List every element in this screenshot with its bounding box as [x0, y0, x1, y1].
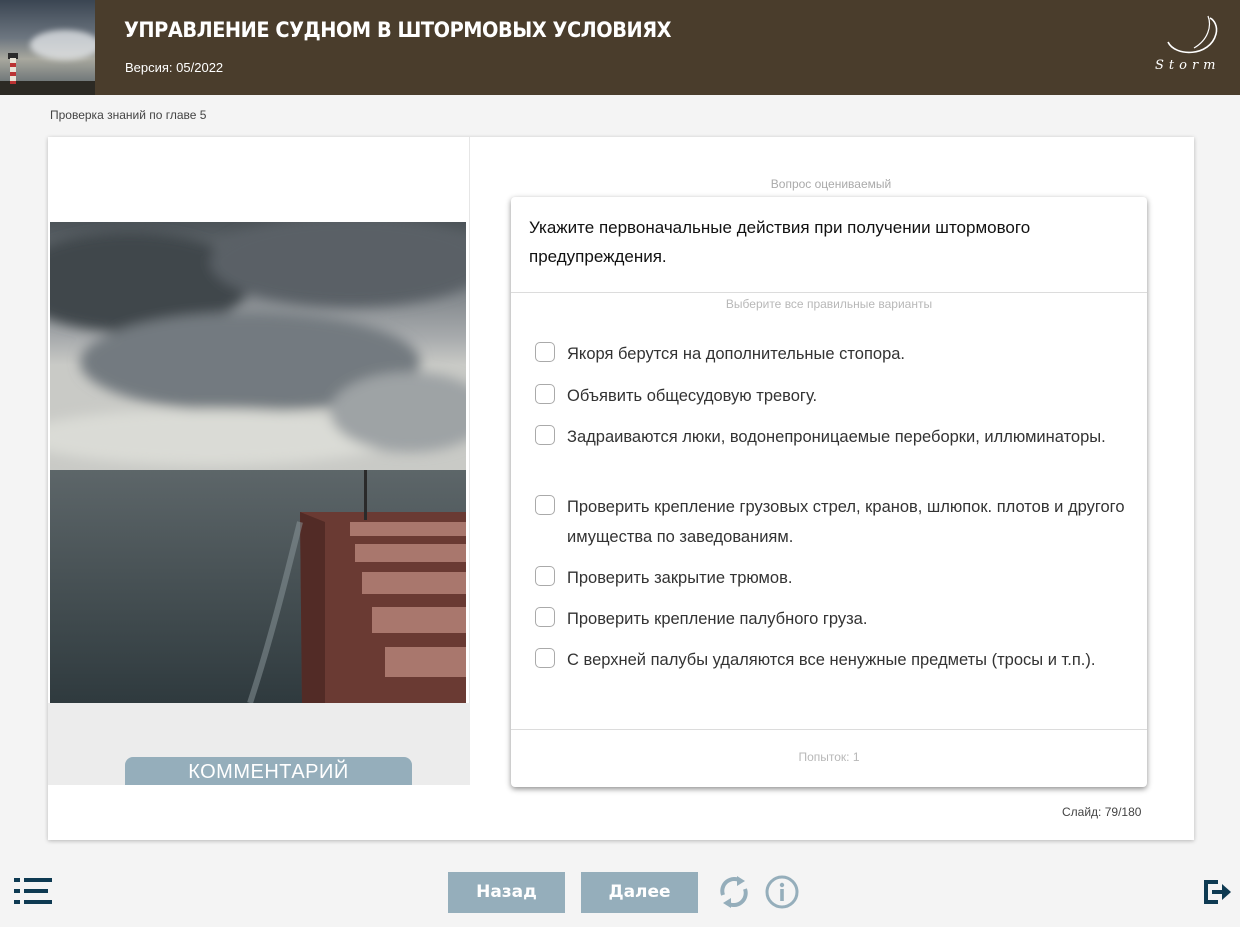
breadcrumb: Проверка знаний по главе 5: [50, 108, 207, 122]
answer-option-label: Задраиваются люки, водонепроницаемые пер…: [567, 428, 1106, 446]
menu-icon[interactable]: [14, 878, 52, 904]
course-version: Версия: 05/2022: [125, 60, 224, 75]
answer-option-label: Проверить крепление палубного груза.: [567, 610, 868, 628]
divider: [511, 292, 1147, 293]
answer-option-label: Объявить общесудовую тревогу.: [567, 387, 818, 405]
checkbox[interactable]: [535, 425, 555, 445]
checkbox[interactable]: [535, 648, 555, 668]
attempts-counter: Попыток: 1: [798, 750, 860, 764]
exit-icon[interactable]: [1202, 878, 1232, 906]
header-thumbnail-image: [0, 0, 95, 95]
checkbox[interactable]: [535, 342, 555, 362]
answer-option-label: С верхней палубы удаляются все ненужные …: [567, 651, 1096, 669]
reload-icon[interactable]: [715, 873, 753, 911]
checkbox[interactable]: [535, 607, 555, 627]
header-bar: УПРАВЛЕНИЕ СУДНОМ В ШТОРМОВЫХ УСЛОВИЯХ В…: [0, 0, 1240, 95]
answer-option[interactable]: С верхней палубы удаляются все ненужные …: [535, 645, 1125, 675]
back-button[interactable]: Назад: [448, 872, 565, 913]
answer-option-label: Проверить закрытие трюмов.: [567, 569, 793, 587]
checkbox[interactable]: [535, 495, 555, 515]
answer-option[interactable]: Проверить закрытие трюмов.: [535, 563, 1125, 593]
question-text: Укажите первоначальные действия при полу…: [529, 218, 1031, 266]
slide-counter: Слайд: 79/180: [1062, 805, 1142, 819]
answer-option[interactable]: Проверить крепление палубного груза.: [535, 604, 1125, 634]
divider: [511, 729, 1147, 730]
checkbox[interactable]: [535, 566, 555, 586]
graded-question-label: Вопрос оцениваемый: [770, 177, 892, 191]
checkbox[interactable]: [535, 384, 555, 404]
question-hint: Выберите все правильные варианты: [725, 297, 933, 311]
answer-option[interactable]: Задраиваются люки, водонепроницаемые пер…: [535, 422, 1125, 452]
answer-option[interactable]: Проверить крепление грузовых стрел, кран…: [535, 492, 1125, 552]
answer-option-label: Якоря берутся на дополнительные стопора.: [567, 345, 906, 363]
slide-card: КОММЕНТАРИЙ Вопрос оцениваемый Укажите п…: [48, 137, 1194, 840]
info-icon[interactable]: [764, 874, 800, 910]
storm-ship-photo: [50, 222, 466, 703]
next-button[interactable]: Далее: [581, 872, 698, 913]
question-box: Укажите первоначальные действия при полу…: [511, 197, 1147, 787]
comment-button[interactable]: КОММЕНТАРИЙ: [125, 757, 412, 785]
storm-logo-text: Storm: [1155, 58, 1221, 73]
answer-option-label: Проверить крепление грузовых стрел, кран…: [567, 498, 1125, 546]
answer-option[interactable]: Объявить общесудовую тревогу.: [535, 381, 1125, 411]
illustration-panel: КОММЕНТАРИЙ: [48, 137, 470, 785]
course-title: УПРАВЛЕНИЕ СУДНОМ В ШТОРМОВЫХ УСЛОВИЯХ: [124, 18, 672, 42]
answer-option[interactable]: Якоря берутся на дополнительные стопора.: [535, 339, 1125, 369]
